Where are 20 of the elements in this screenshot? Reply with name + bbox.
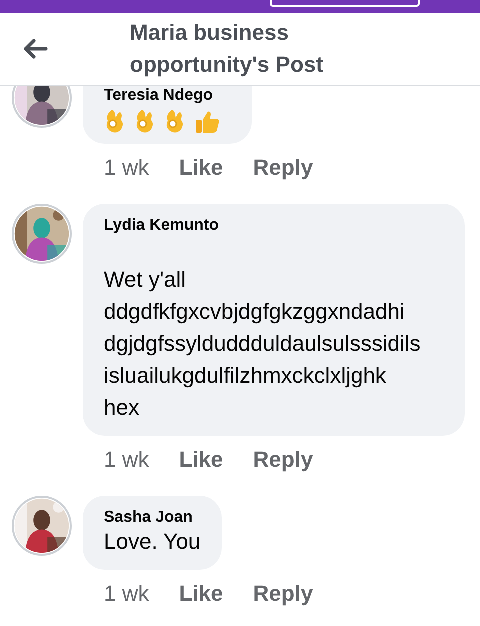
author-name[interactable]: Lydia Kemunto xyxy=(104,216,444,236)
like-link[interactable]: Like xyxy=(179,154,224,182)
reply-link[interactable]: Reply xyxy=(253,580,314,608)
ok-hand-icon xyxy=(134,108,156,134)
comment-text: Love. You xyxy=(104,528,201,556)
author-name[interactable]: Sasha Joan xyxy=(104,508,201,528)
ok-hand-icon xyxy=(164,108,186,134)
timestamp: 1 wk xyxy=(104,580,150,608)
timestamp: 1 wk xyxy=(104,446,150,474)
reply-link[interactable]: Reply xyxy=(253,154,314,182)
page-title: Maria business opportunity's Post xyxy=(130,19,324,79)
author-name[interactable]: Teresia Ndego xyxy=(104,86,231,106)
thumbs-up-icon xyxy=(194,110,220,134)
comment-text: Wet y'all ddgdfkfgxcvbjdgfgkzggxndadhi dgjdgfssylduddduldaulsulsssidils isluailukgdulfilzhmxckclxljghk hex xyxy=(104,266,422,422)
reply-link[interactable]: Reply xyxy=(253,446,314,474)
like-link[interactable]: Like xyxy=(179,580,224,608)
like-link[interactable]: Like xyxy=(179,446,224,474)
back-arrow-icon[interactable] xyxy=(23,39,48,59)
ok-hand-icon xyxy=(104,108,126,134)
timestamp: 1 wk xyxy=(104,154,150,182)
